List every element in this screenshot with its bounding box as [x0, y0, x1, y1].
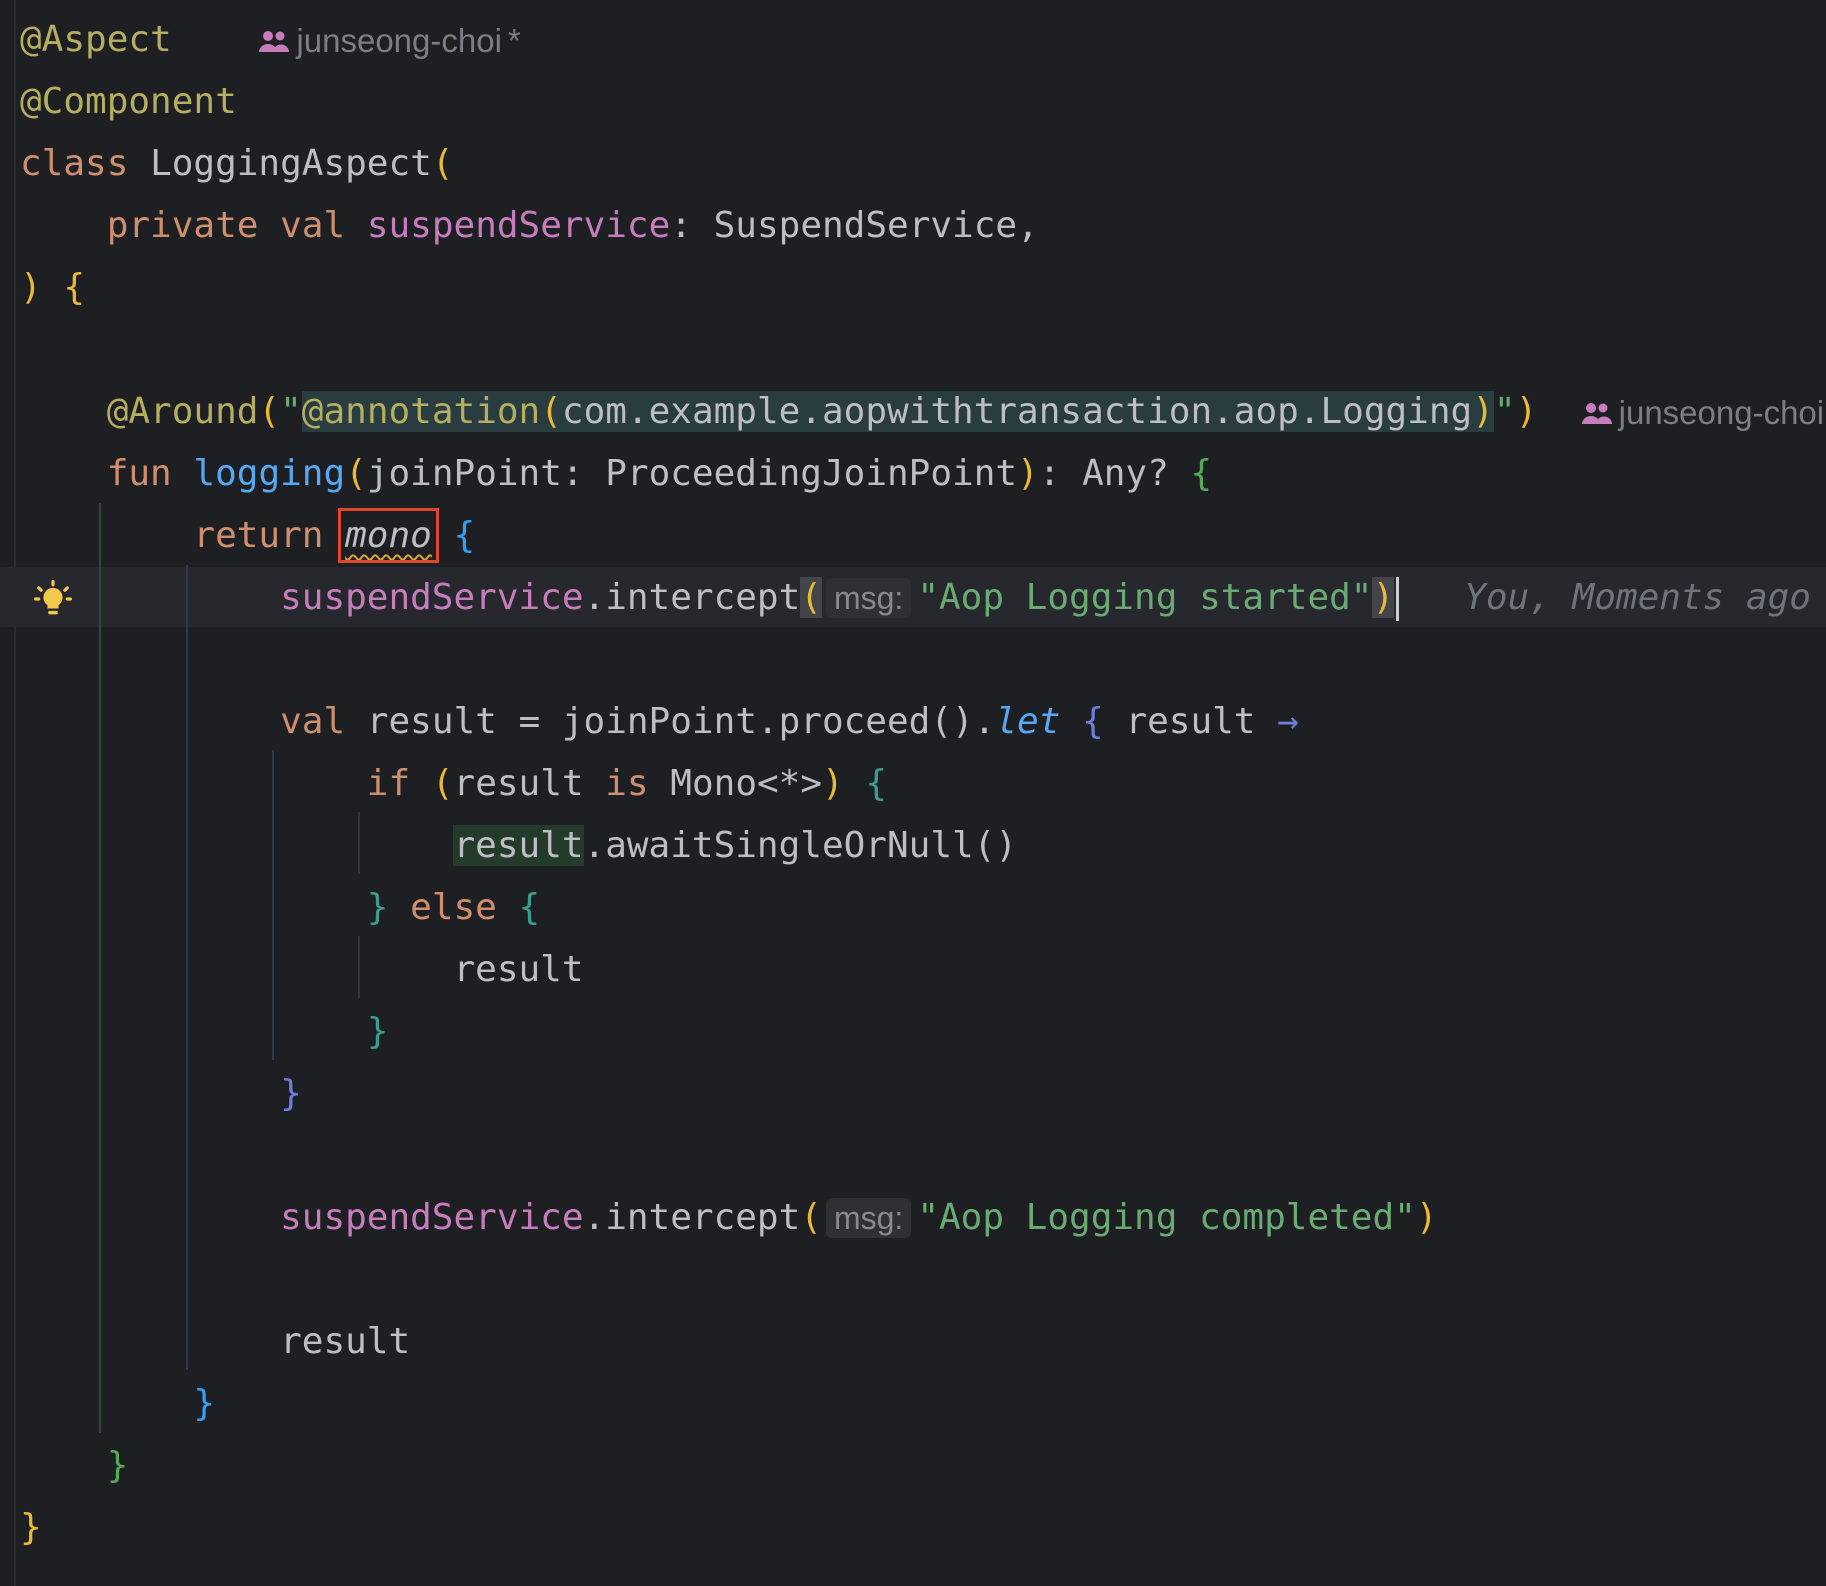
- code-line-9[interactable]: return mono {: [20, 505, 475, 567]
- people-icon: [1581, 400, 1613, 426]
- param-hint: msg:: [825, 1198, 912, 1238]
- author-name: junseong-choi: [1618, 394, 1825, 431]
- code-editor[interactable]: @Aspect junseong-choi * @Component class …: [0, 0, 1826, 1586]
- code-line-20[interactable]: suspendService.intercept(msg: "Aop Loggin…: [20, 1187, 1438, 1249]
- result-var: result: [280, 1321, 411, 1362]
- mono-warning-highlight[interactable]: mono: [338, 508, 439, 563]
- property-type: SuspendService,: [713, 205, 1039, 246]
- proceed-call: result = joinPoint.proceed(): [345, 701, 974, 742]
- val-keyword: val: [280, 205, 346, 246]
- private-keyword: private: [106, 205, 259, 246]
- param-hint: msg:: [825, 578, 912, 618]
- text-caret: [1396, 577, 1400, 621]
- result-var: result: [453, 949, 584, 990]
- string-literal: "Aop Logging started": [917, 577, 1373, 618]
- return-keyword: return: [193, 515, 324, 556]
- author-inlay[interactable]: junseong-choi *: [258, 10, 521, 72]
- let-call: let: [995, 701, 1061, 742]
- code-line-18[interactable]: }: [20, 1063, 302, 1125]
- function-name: logging: [193, 453, 346, 494]
- if-keyword: if: [366, 763, 411, 804]
- code-line-4[interactable]: private val suspendService: SuspendServi…: [20, 195, 1039, 257]
- fun-keyword: fun: [106, 453, 172, 494]
- aspect-annotation: @Aspect: [20, 19, 172, 60]
- inner-annotation: @annotation: [301, 391, 541, 432]
- pointcut-expression: com.example.aopwithtransaction.aop.Loggi…: [561, 391, 1473, 432]
- lambda-param: result: [1103, 701, 1278, 742]
- code-line-10[interactable]: suspendService.intercept(msg: "Aop Loggin…: [20, 567, 1811, 629]
- code-line-22[interactable]: result: [20, 1311, 410, 1373]
- service-ref: suspendService: [280, 1197, 584, 1238]
- code-line-25[interactable]: }: [20, 1497, 42, 1559]
- code-line-2[interactable]: @Component: [20, 71, 237, 133]
- author-name: junseong-choi: [296, 22, 502, 59]
- code-line-1[interactable]: @Aspect junseong-choi *: [20, 9, 521, 71]
- code-line-8[interactable]: fun logging(joinPoint: ProceedingJoinPoi…: [20, 443, 1212, 505]
- return-type: : Any?: [1038, 453, 1191, 494]
- component-annotation: @Component: [20, 81, 237, 122]
- people-icon: [258, 28, 290, 54]
- class-keyword: class: [20, 143, 129, 184]
- code-line-5[interactable]: ) {: [20, 257, 85, 319]
- modified-marker: *: [507, 22, 521, 59]
- result-var: result: [453, 763, 584, 804]
- code-line-13[interactable]: if (result is Mono<*>) {: [20, 753, 887, 815]
- lambda-arrow: →: [1277, 701, 1299, 742]
- function-params: joinPoint: ProceedingJoinPoint: [366, 453, 1018, 494]
- intercept-call: .intercept: [583, 577, 801, 618]
- code-line-12[interactable]: val result = joinPoint.proceed().let { r…: [20, 691, 1299, 753]
- is-keyword: is: [605, 763, 649, 804]
- blame-annotation: You, Moments ago: [1464, 577, 1811, 618]
- class-name: LoggingAspect: [150, 143, 432, 184]
- code-line-7[interactable]: @Around("@annotation(com.example.aopwith…: [20, 381, 1824, 443]
- author-inlay[interactable]: junseong-choi: [1581, 382, 1824, 444]
- property-name: suspendService: [366, 205, 671, 246]
- val-keyword: val: [280, 701, 346, 742]
- code-line-3[interactable]: class LoggingAspect(: [20, 133, 454, 195]
- await-call: .awaitSingleOrNull(): [583, 825, 1018, 866]
- code-line-15[interactable]: } else {: [20, 877, 540, 939]
- code-line-14[interactable]: result.awaitSingleOrNull(): [20, 815, 1017, 877]
- intercept-call: .intercept: [583, 1197, 801, 1238]
- gutter-separator: [14, 0, 16, 1586]
- code-line-16[interactable]: result: [20, 939, 584, 1001]
- result-var: result: [453, 825, 584, 866]
- service-ref: suspendService: [280, 577, 584, 618]
- code-line-17[interactable]: }: [20, 1001, 389, 1063]
- else-keyword: else: [410, 887, 497, 928]
- code-line-24[interactable]: }: [20, 1435, 129, 1497]
- mono-type: Mono<*>: [670, 763, 823, 804]
- around-annotation: @Around: [106, 391, 259, 432]
- mono-call[interactable]: mono: [345, 515, 432, 556]
- string-literal: "Aop Logging completed": [917, 1197, 1416, 1238]
- code-line-23[interactable]: }: [20, 1373, 215, 1435]
